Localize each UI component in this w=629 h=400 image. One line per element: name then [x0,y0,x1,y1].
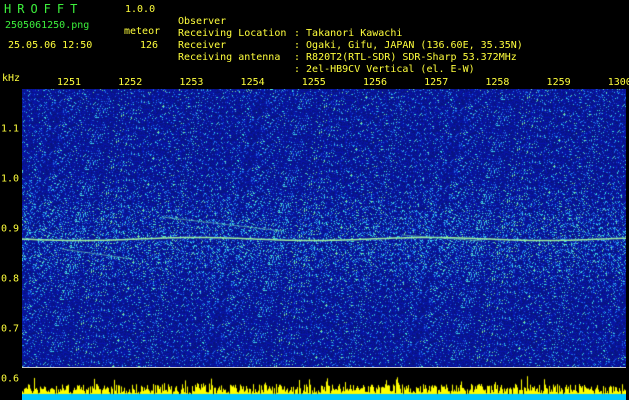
time-axis: 1251 1252 1253 1254 1255 1256 1257 1258 1259 1300 [22,77,629,89]
meta-value: : R820T2(RTL-SDR) SDR-Sharp 53.372MHz [294,52,517,63]
spectrogram-canvas [22,89,626,367]
time-tick-label: 1251 [56,77,82,88]
time-tick-label: 1258 [485,77,510,88]
meta-value: : Ogaki, Gifu, JAPAN (136.60E, 35.35N) [294,40,523,51]
power-level-strip [22,368,626,400]
time-tick-label: 1256 [362,77,388,88]
observation-datetime: 25.05.06 12:50 [8,40,93,51]
time-tick-label: 1300 [607,77,629,88]
meteor-count: 126 [140,40,159,51]
app-title: HROFFT [4,2,84,16]
power-canvas [22,368,626,400]
freq-tick-label: 0.9 [1,223,20,235]
freq-tick-label: 0.7 [1,323,20,335]
hrofft-window: HROFFT 1.0.0 2505061250.png meteor 25.05… [0,0,629,400]
freq-tick-label: 1.0 [1,173,20,185]
meta-value: : 2el-HB9CV Vertical (el. E-W) [294,64,475,75]
freq-tick-label: 1.1 [1,123,20,135]
frequency-axis: 1.1 1.0 0.9 0.8 0.7 0.6 [0,89,20,400]
freq-tick-label: 0.6 [1,373,20,385]
observation-mode: meteor [124,26,161,37]
time-tick-label: 1253 [179,77,204,88]
freq-unit-label: kHz [2,73,21,84]
time-tick-label: 1257 [424,77,449,88]
meta-label: Receiving antenna [178,52,281,63]
image-filename: 2505061250.png [5,20,90,31]
time-tick-label: 1254 [240,77,265,88]
app-version: 1.0.0 [125,4,156,15]
waterfall-spectrogram [22,89,626,367]
time-tick-label: 1259 [546,77,571,88]
time-tick-label: 1252 [118,77,143,88]
freq-tick-label: 0.8 [1,273,20,285]
meta-value: : Takanori Kawachi [294,28,403,39]
time-tick-label: 1255 [301,77,326,88]
